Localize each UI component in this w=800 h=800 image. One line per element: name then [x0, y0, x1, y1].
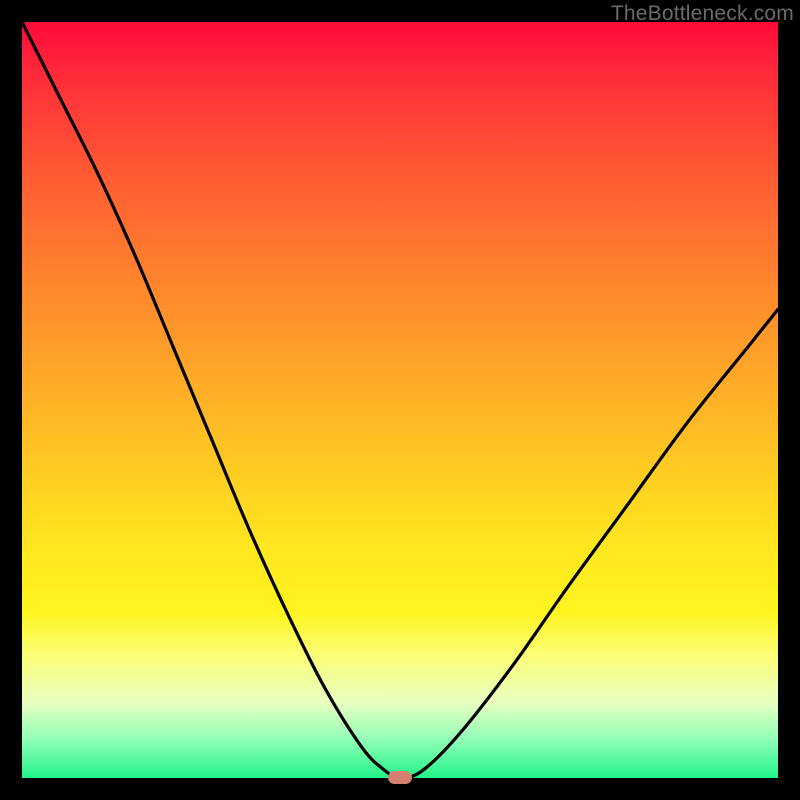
optimal-marker	[388, 771, 412, 784]
bottleneck-curve	[22, 22, 778, 778]
watermark-text: TheBottleneck.com	[611, 2, 794, 26]
plot-area	[22, 22, 778, 778]
chart-frame: TheBottleneck.com	[0, 0, 800, 800]
